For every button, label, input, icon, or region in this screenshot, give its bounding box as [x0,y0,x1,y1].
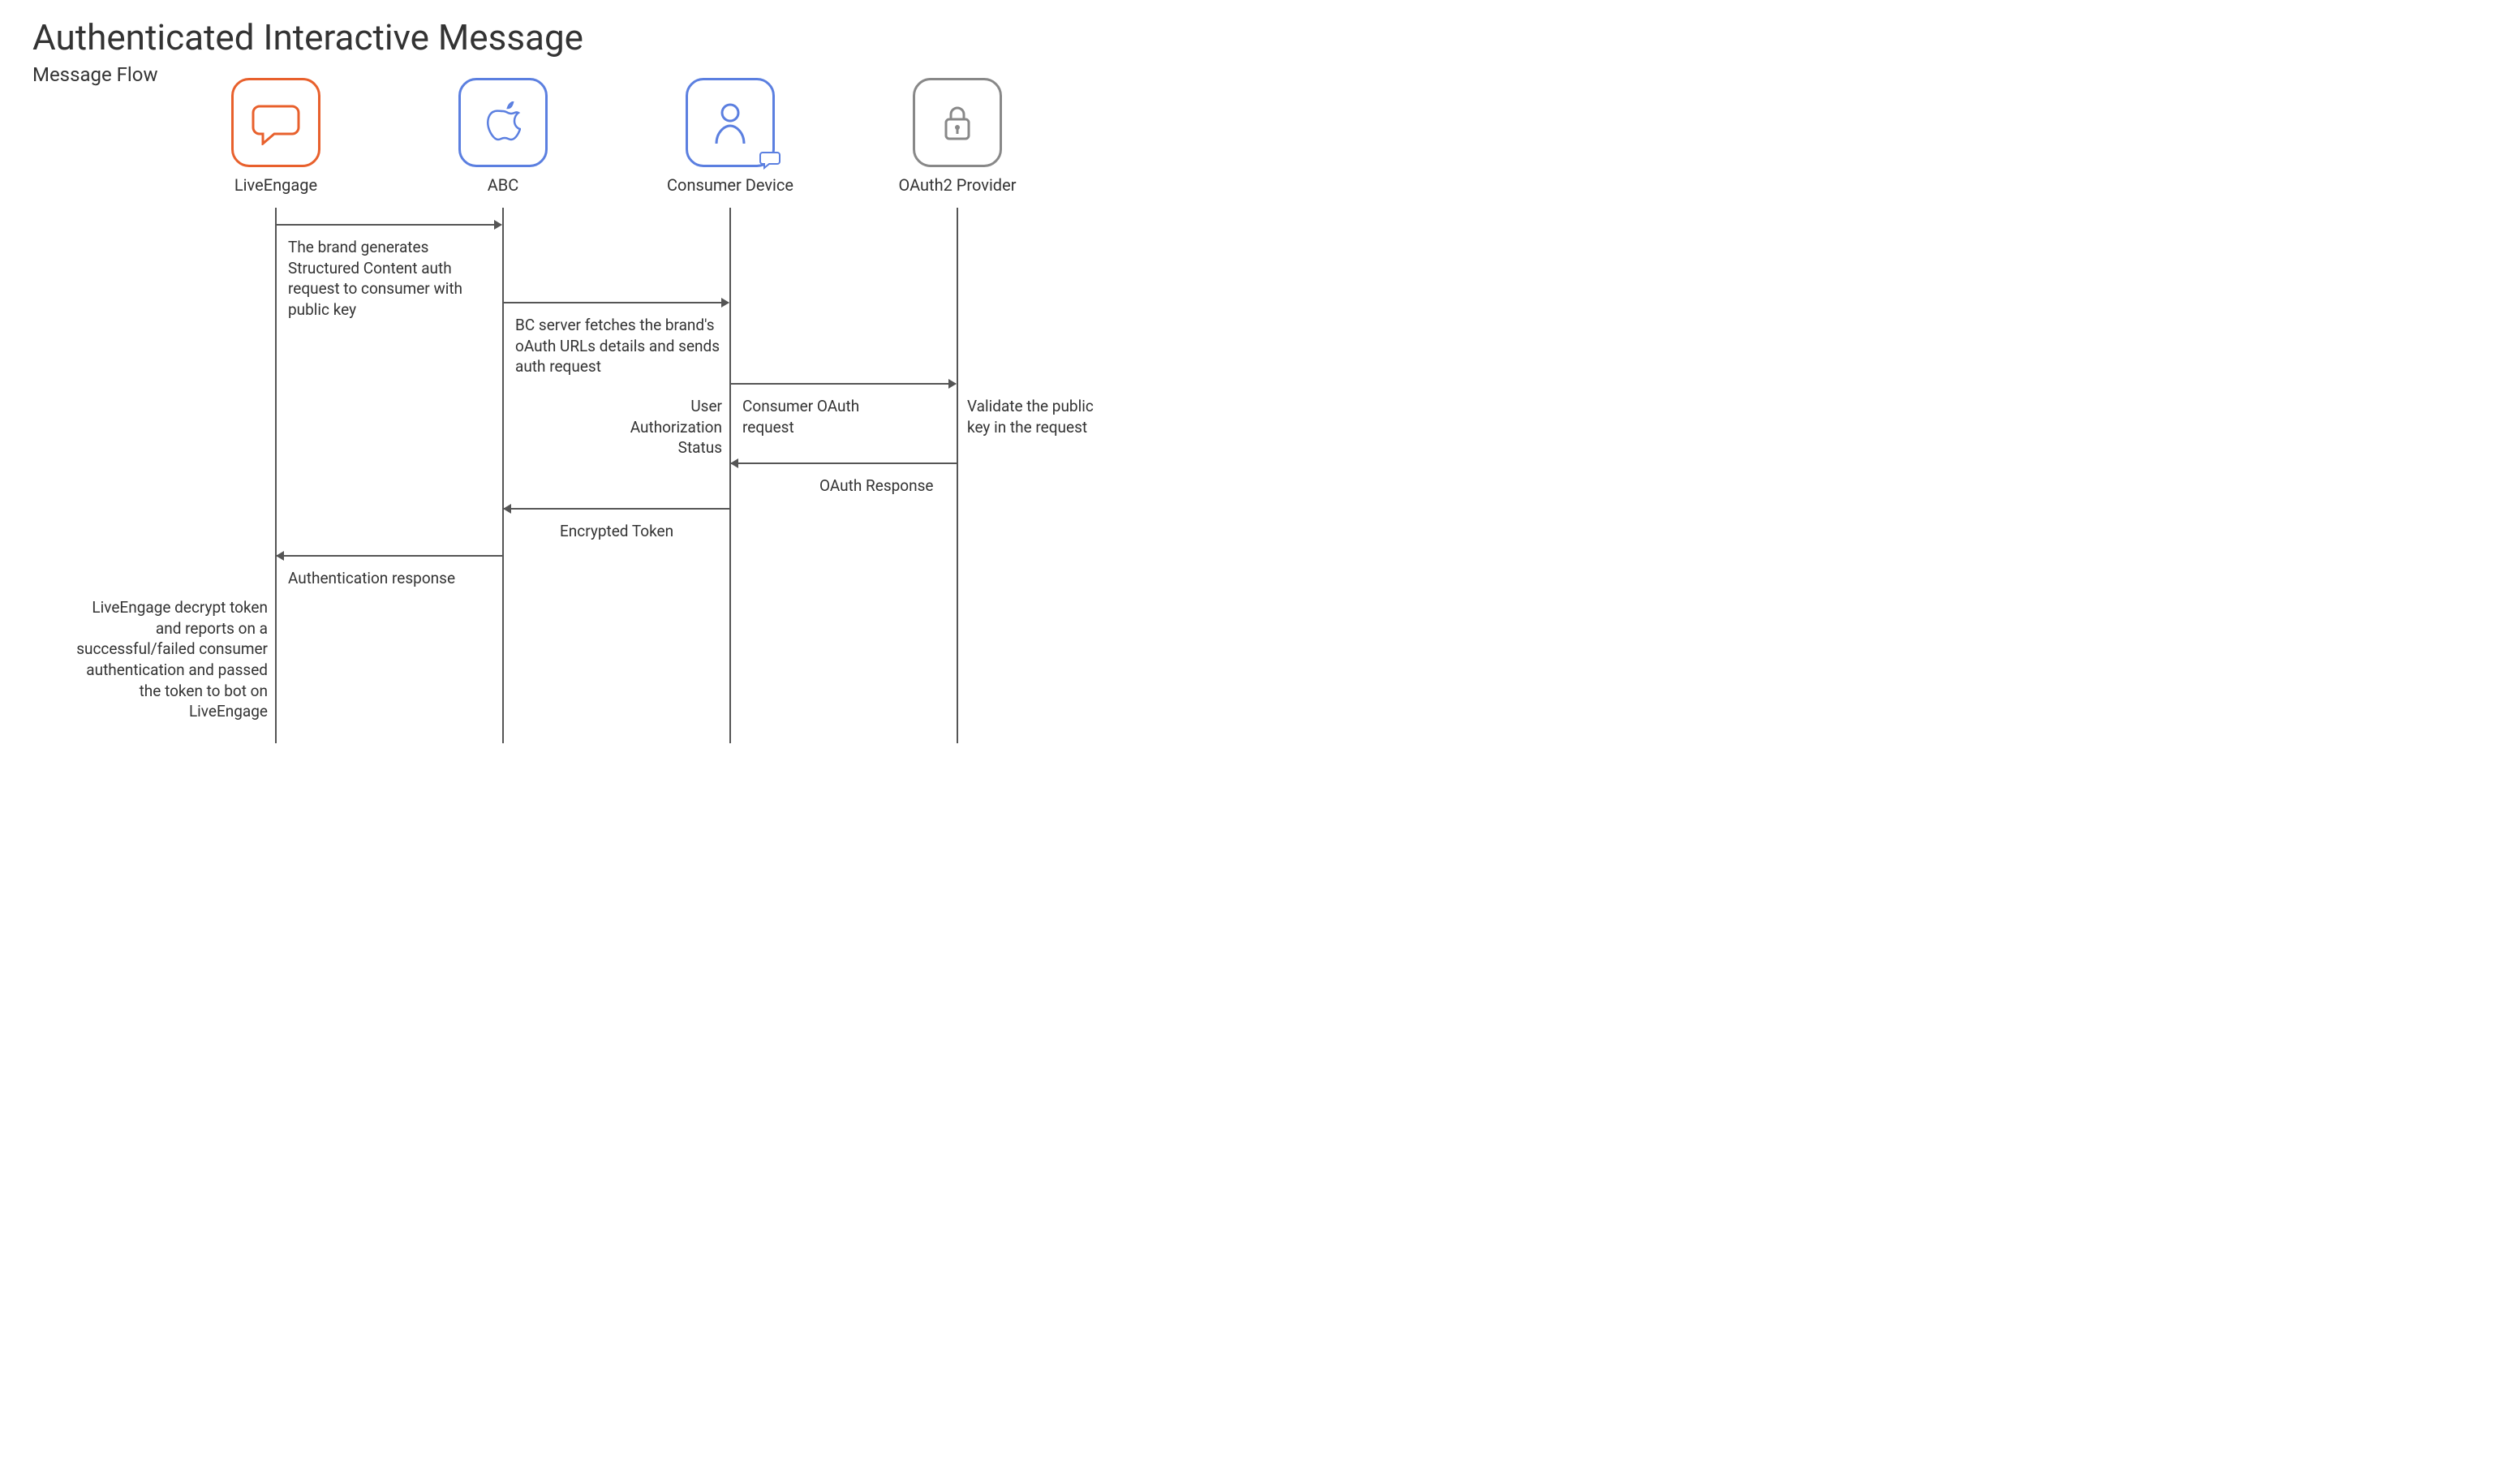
lifeline-abc [502,208,504,743]
arrow-brand-auth-request [276,224,501,226]
page-title: Authenticated Interactive Message [32,16,2488,58]
arrow-auth-response [277,555,502,557]
lifeline-consumer [729,208,731,743]
msg-consumer-oauth: Consumer OAuth request [742,396,888,437]
arrow-consumer-oauth [730,383,956,385]
lock-icon [913,78,1002,167]
participant-label: ABC [430,175,576,195]
participant-liveengage: LiveEngage [203,78,349,195]
participant-label: LiveEngage [203,175,349,195]
msg-auth-response: Authentication response [288,568,455,589]
chat-bubble-icon [231,78,320,167]
small-chat-icon [759,150,781,170]
participant-abc: ABC [430,78,576,195]
msg-bc-fetch: BC server fetches the brand's oAuth URLs… [515,315,734,377]
participant-consumer: Consumer Device [657,78,803,195]
participant-label: OAuth2 Provider [884,175,1030,195]
participant-oauth: OAuth2 Provider [884,78,1030,195]
msg-decrypt-note: LiveEngage decrypt token and reports on … [65,597,268,722]
apple-icon [458,78,548,167]
arrow-oauth-response [731,462,957,464]
arrow-bc-fetch [503,302,729,303]
msg-validate-key: Validate the public key in the request [967,396,1097,437]
lifeline-oauth [957,208,958,743]
msg-brand-auth-request: The brand generates Structured Content a… [288,237,499,321]
msg-user-auth-status: User Authorization Status [608,396,722,458]
person-icon [686,78,775,167]
sequence-diagram: LiveEngage ABC Consumer Device [32,78,1168,743]
msg-oauth-response: OAuth Response [819,475,934,497]
participant-label: Consumer Device [657,175,803,195]
msg-encrypted-token: Encrypted Token [560,521,673,542]
lifeline-liveengage [275,208,277,743]
arrow-encrypted-token [504,508,729,510]
